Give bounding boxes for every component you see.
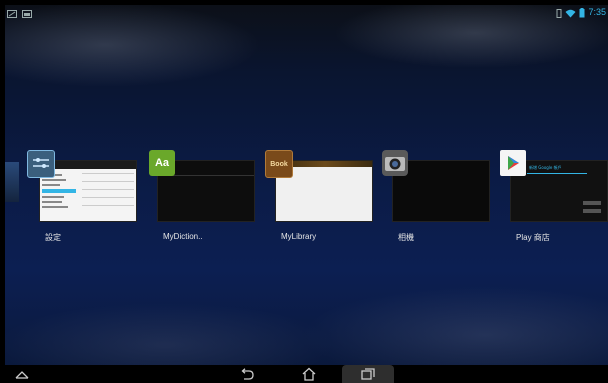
wifi-icon — [565, 5, 576, 22]
clock: 7:35 — [588, 7, 606, 17]
task-label: 設定 — [45, 233, 61, 242]
task-label: MyLibrary — [281, 232, 317, 241]
task-label: MyDiction.. — [163, 232, 203, 241]
play-store-icon — [500, 150, 526, 176]
task-label: Play 商店 — [516, 233, 550, 242]
image-icon — [22, 5, 32, 22]
recent-apps-list: 設定 Aa MyDiction.. Book MyLibrary 相機 新增 G… — [5, 150, 608, 250]
collapse-icon[interactable] — [12, 365, 32, 383]
dictionary-icon: Aa — [149, 150, 175, 176]
notification-icon — [7, 5, 17, 22]
play-store-thumb-title: 新增 Google 帳戶 — [529, 165, 562, 170]
back-icon[interactable] — [236, 365, 258, 383]
recent-apps-icon[interactable] — [342, 365, 394, 383]
partial-task-thumbnail[interactable] — [5, 162, 19, 202]
status-bar: 7:35 — [5, 5, 608, 19]
home-screen: 7:35 設定 Aa MyDiction.. Book MyLibrary 相機… — [5, 5, 608, 383]
book-icon: Book — [265, 150, 293, 178]
navigation-bar — [0, 365, 608, 383]
settings-icon — [27, 150, 55, 178]
camera-icon — [382, 150, 408, 176]
home-icon[interactable] — [298, 365, 320, 383]
battery-icon — [579, 5, 585, 22]
task-label: 相機 — [398, 233, 414, 242]
vibrate-icon — [556, 5, 562, 22]
